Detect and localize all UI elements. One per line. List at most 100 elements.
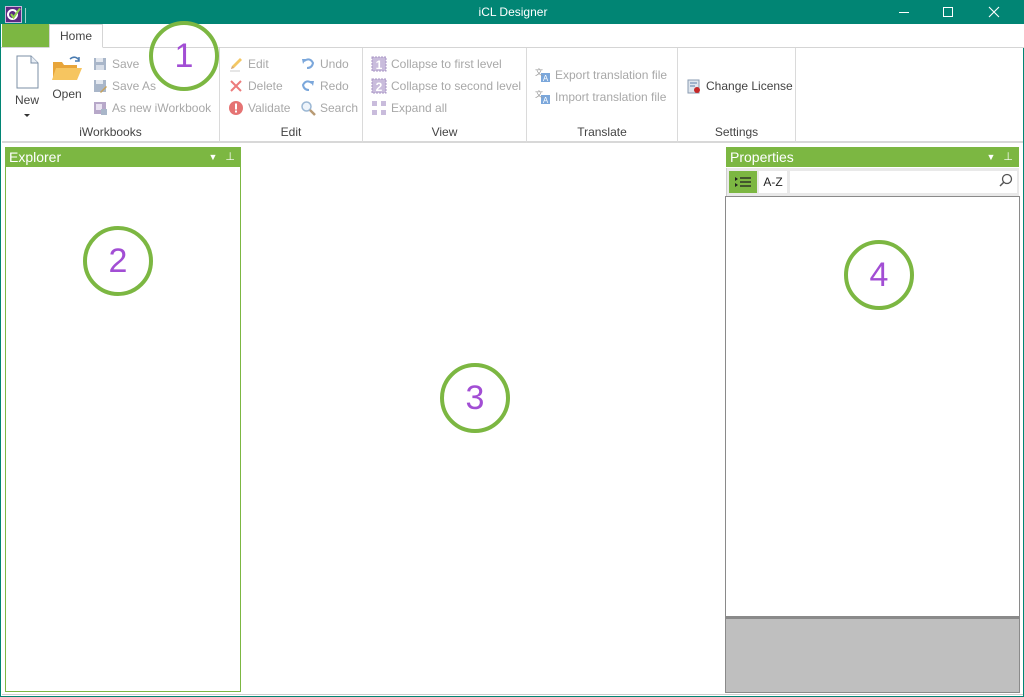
properties-toolbar: A-Z — [726, 168, 1019, 196]
properties-search-input[interactable] — [790, 171, 1017, 193]
save-as-icon — [94, 80, 107, 93]
group-label-translate: Translate — [577, 125, 627, 139]
close-icon — [988, 6, 1000, 18]
export-translation-icon: A文 — [535, 67, 550, 83]
collapse-second-level-icon: 2 — [371, 78, 387, 94]
collapse-first-level-button[interactable]: 1 Collapse to first level — [371, 54, 502, 74]
validate-warning-icon — [229, 101, 243, 115]
expand-all-icon — [372, 101, 386, 115]
file-menu-tab[interactable] — [2, 24, 49, 47]
panel-menu-dropdown-icon[interactable]: ▼ — [986, 147, 995, 167]
collapse-first-level-icon: 1 — [371, 56, 387, 72]
redo-icon — [301, 80, 314, 91]
save-as-label: Save As — [112, 79, 157, 93]
svg-text:文: 文 — [535, 67, 543, 77]
explorer-header-controls: ▼ ⊥ — [208, 147, 235, 167]
svg-text:A: A — [543, 96, 549, 105]
annotation-marker-2: 2 — [83, 226, 153, 296]
save-as-button[interactable]: Save As — [92, 76, 156, 96]
search-label: Search — [320, 101, 359, 115]
tab-home[interactable]: Home — [49, 24, 103, 48]
properties-header-controls: ▼ ⊥ — [986, 147, 1013, 167]
group-label-iworkbooks: iWorkbooks — [79, 125, 142, 139]
change-license-button[interactable]: Change License — [686, 76, 793, 96]
group-edit: Edit Delete Validate Undo Redo Search Ed… — [220, 48, 363, 143]
close-button[interactable] — [971, 0, 1017, 24]
explorer-title: Explorer — [9, 149, 62, 165]
license-certificate-icon — [687, 79, 700, 94]
as-new-iworkbook-label: As new iWorkbook — [112, 101, 212, 115]
open-label: Open — [52, 87, 82, 101]
new-iworkbook-icon — [94, 102, 107, 115]
annotation-marker-1: 1 — [149, 21, 219, 91]
expand-all-label: Expand all — [391, 101, 448, 115]
svg-text:A: A — [543, 74, 549, 83]
new-button[interactable]: New — [10, 54, 44, 121]
undo-icon — [302, 58, 315, 69]
delete-label: Delete — [248, 79, 283, 93]
undo-label: Undo — [320, 57, 349, 71]
app-window: iCL Designer Home New Open Save Save As … — [0, 0, 1024, 697]
edit-button[interactable]: Edit — [228, 54, 269, 74]
pin-icon[interactable]: ⊥ — [1003, 147, 1013, 167]
as-new-iworkbook-button[interactable]: As new iWorkbook — [92, 98, 211, 118]
group-view: 1 Collapse to first level 2 Collapse to … — [363, 48, 527, 143]
annotation-marker-3: 3 — [440, 363, 510, 433]
collapse-second-level-button[interactable]: 2 Collapse to second level — [371, 76, 521, 96]
pencil-icon — [230, 58, 242, 72]
panel-menu-dropdown-icon[interactable]: ▼ — [208, 147, 217, 167]
save-button[interactable]: Save — [92, 54, 139, 74]
redo-button[interactable]: Redo — [300, 76, 349, 96]
save-icon — [94, 58, 106, 70]
annotation-marker-4: 4 — [844, 240, 914, 310]
group-label-settings: Settings — [714, 125, 759, 139]
group-translate: A文 Export translation file A文 Import tra… — [527, 48, 678, 143]
collapse-first-level-label: Collapse to first level — [391, 57, 502, 71]
search-magnifier-icon — [301, 101, 316, 116]
open-folder-icon — [52, 56, 82, 80]
status-divider — [2, 694, 1023, 695]
new-label: New — [14, 93, 39, 107]
change-license-label: Change License — [706, 79, 793, 93]
redo-label: Redo — [320, 79, 349, 93]
edit-label: Edit — [248, 57, 269, 71]
properties-header: Properties ▼ ⊥ — [726, 147, 1019, 167]
title-bar: iCL Designer — [1, 0, 1024, 24]
pin-icon[interactable]: ⊥ — [225, 147, 235, 167]
svg-text:2: 2 — [376, 80, 383, 94]
import-translation-button[interactable]: A文 Import translation file — [535, 87, 666, 107]
collapse-second-level-label: Collapse to second level — [391, 79, 522, 93]
open-button[interactable]: Open — [50, 54, 84, 101]
maximize-button[interactable] — [925, 0, 971, 24]
window-title: iCL Designer — [478, 5, 548, 19]
save-label: Save — [112, 57, 140, 71]
explorer-header: Explorer ▼ ⊥ — [5, 147, 241, 167]
validate-button[interactable]: Validate — [228, 98, 290, 118]
validate-label: Validate — [248, 101, 291, 115]
search-icon[interactable] — [999, 173, 1013, 187]
search-button[interactable]: Search — [300, 98, 358, 118]
categorized-view-button[interactable] — [729, 171, 757, 193]
delete-button[interactable]: Delete — [228, 76, 283, 96]
svg-text:文: 文 — [535, 89, 543, 99]
minimize-button[interactable] — [881, 0, 927, 24]
svg-text:1: 1 — [376, 58, 383, 72]
maximize-icon — [943, 7, 953, 17]
group-settings: Change License Settings — [678, 48, 796, 143]
expand-all-button[interactable]: Expand all — [371, 98, 447, 118]
import-translation-label: Import translation file — [555, 90, 667, 104]
import-translation-icon: A文 — [535, 89, 550, 105]
undo-button[interactable]: Undo — [300, 54, 349, 74]
group-label-edit: Edit — [280, 125, 302, 139]
minimize-icon — [899, 12, 909, 13]
group-label-view: View — [431, 125, 458, 139]
export-translation-label: Export translation file — [555, 68, 668, 82]
delete-x-icon — [230, 80, 242, 92]
alphabetical-sort-button[interactable]: A-Z — [759, 171, 787, 193]
properties-title: Properties — [730, 149, 794, 165]
export-translation-button[interactable]: A文 Export translation file — [535, 65, 667, 85]
property-description-pane — [725, 617, 1020, 693]
categorized-list-icon — [735, 177, 751, 187]
dropdown-arrow-icon — [24, 114, 30, 117]
new-document-icon — [16, 55, 39, 89]
